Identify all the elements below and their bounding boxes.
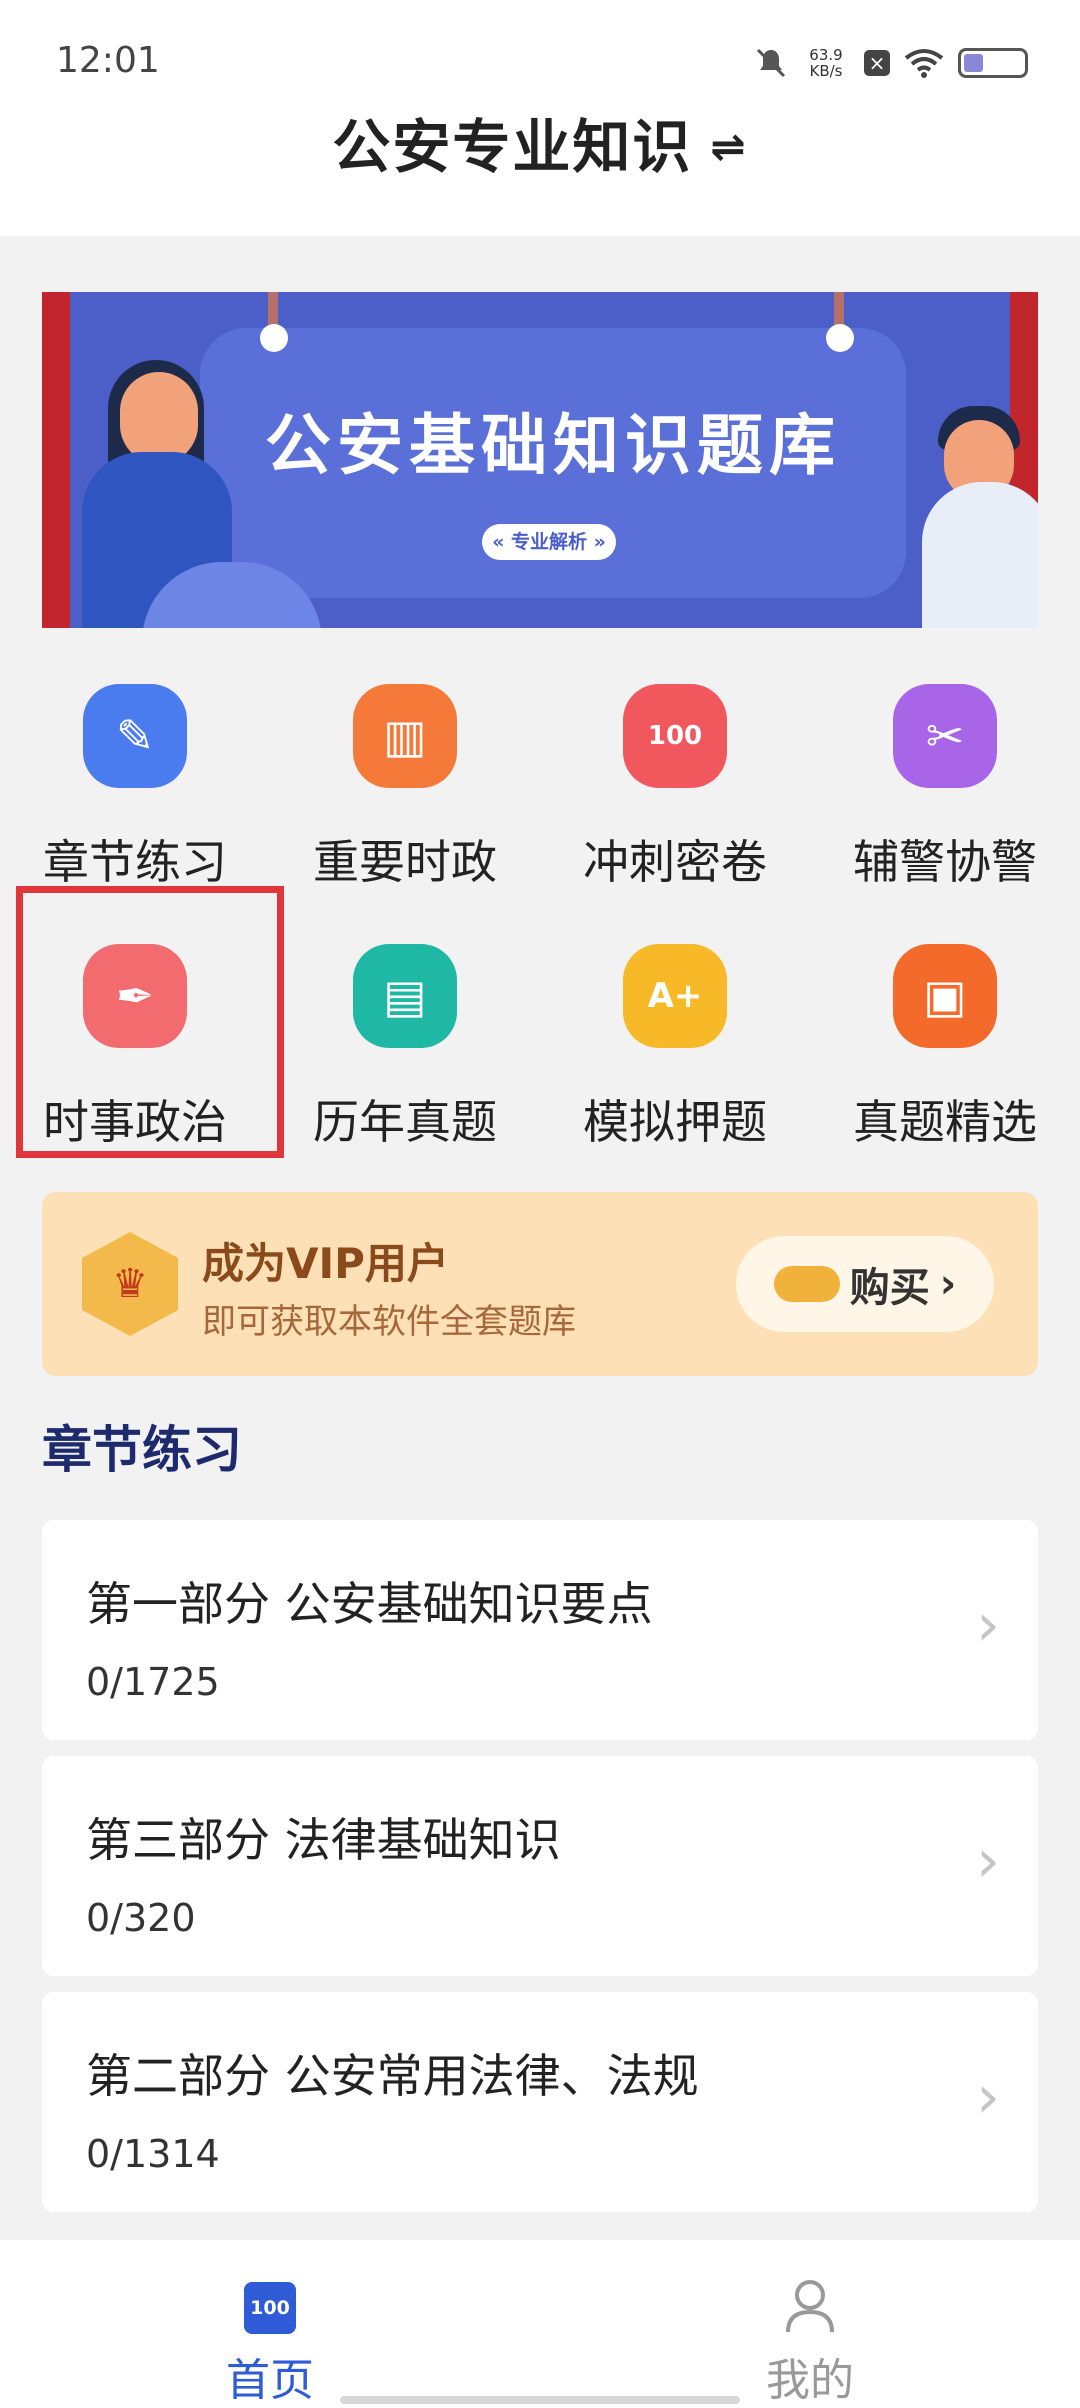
woman-face [120, 372, 198, 464]
grid-label: 真题精选 [853, 1095, 1037, 1149]
vip-subtitle: 即可获取本软件全套题库 [202, 1302, 576, 1342]
banner-peg-left [260, 324, 288, 352]
crown-icon: ♛ [82, 1232, 178, 1336]
wifi-icon [904, 49, 944, 78]
highlight-box [16, 886, 284, 1158]
home-score-icon: 100 [244, 2282, 296, 2334]
grid-item-sprint-papers[interactable]: 100 冲刺密卷 [540, 680, 810, 920]
network-speed: 63.9 KB/s [802, 47, 850, 79]
chevron-right-icon: › [976, 1826, 1000, 1896]
buy-button[interactable]: 购买 › [736, 1236, 994, 1332]
status-time: 12:01 [56, 40, 160, 81]
vip-title: 成为VIP用户 [202, 1239, 449, 1288]
nav-tab-mine[interactable]: 我的 [540, 2240, 1080, 2408]
grid-label: 模拟押题 [583, 1095, 767, 1149]
grid-item-auxiliary-police[interactable]: ✂ 辅警协警 [810, 680, 1080, 920]
promo-banner[interactable]: 公安基础知识题库 « 专业解析 » [42, 292, 1038, 628]
grid-label: 辅警协警 [853, 835, 1037, 889]
grid-label: 历年真题 [313, 1095, 497, 1149]
close-box-icon: × [864, 50, 890, 76]
chevron-right-icon: › [976, 2062, 1000, 2132]
buy-label: 购买 [849, 1265, 930, 1311]
network-speed-unit: KB/s [809, 62, 843, 80]
page-title: 公安专业知识 [332, 113, 693, 181]
banner-chip: « 专业解析 » [482, 524, 616, 560]
grid-item-chapter-practice[interactable]: ✎ 章节练习 [0, 680, 270, 920]
grid-label: 冲刺密卷 [583, 835, 767, 889]
chapter-progress: 0/1314 [86, 2132, 220, 2176]
chapter-card[interactable]: 第二部分 公安常用法律、法规 0/1314 › [42, 1992, 1038, 2212]
book-icon: ▥ [353, 684, 457, 788]
network-speed-value: 63.9 [809, 46, 843, 64]
bottom-nav: 100 首页 我的 [0, 2240, 1080, 2408]
status-icons: 63.9 KB/s × [754, 40, 1028, 86]
grid-item-current-politics[interactable]: ▥ 重要时政 [270, 680, 540, 920]
document-icon: ▤ [353, 944, 457, 1048]
chapter-progress: 0/1725 [86, 1660, 220, 1704]
chart-board-icon: ▣ [893, 944, 997, 1048]
battery-icon [958, 48, 1028, 78]
score-paper-icon: 100 [623, 684, 727, 788]
chapter-title: 第二部分 公安常用法律、法规 [86, 2049, 699, 2103]
top-bar: 12:01 63.9 KB/s × 公安专业知识 ⇌ [0, 0, 1080, 236]
banner-curtain-left [42, 292, 70, 628]
tools-icon: ✂ [893, 684, 997, 788]
grid-label: 重要时政 [313, 835, 497, 889]
home-indicator [340, 2396, 740, 2404]
header-title[interactable]: 公安专业知识 ⇌ [0, 100, 1080, 184]
pencil-icon: ✎ [83, 684, 187, 788]
chapter-title: 第三部分 法律基础知识 [86, 1813, 561, 1867]
coins-icon [773, 1266, 840, 1302]
swap-icon[interactable]: ⇌ [710, 122, 747, 171]
user-icon [786, 2280, 834, 2333]
chapter-progress: 0/320 [86, 1896, 196, 1940]
chevron-right-icon: › [939, 1261, 957, 1307]
man-body [922, 482, 1038, 628]
chapter-card[interactable]: 第一部分 公安基础知识要点 0/1725 › [42, 1520, 1038, 1740]
chapter-title: 第一部分 公安基础知识要点 [86, 1577, 653, 1631]
grid-item-past-exams[interactable]: ▤ 历年真题 [270, 940, 540, 1180]
grid-item-mock-prediction[interactable]: A+ 模拟押题 [540, 940, 810, 1180]
grid-label: 章节练习 [43, 835, 227, 889]
mute-bell-icon [756, 48, 786, 78]
section-title: 章节练习 [42, 1421, 242, 1479]
banner-title: 公安基础知识题库 [265, 407, 841, 484]
nav-tab-home[interactable]: 100 首页 [0, 2240, 540, 2408]
chapter-card[interactable]: 第三部分 法律基础知识 0/320 › [42, 1756, 1038, 1976]
grade-paper-icon: A+ [623, 944, 727, 1048]
banner-peg-right [826, 324, 854, 352]
grid-item-selected-exams[interactable]: ▣ 真题精选 [810, 940, 1080, 1180]
chevron-right-icon: › [976, 1590, 1000, 1660]
vip-banner[interactable]: ♛ 成为VIP用户 即可获取本软件全套题库 购买 › [42, 1192, 1038, 1376]
